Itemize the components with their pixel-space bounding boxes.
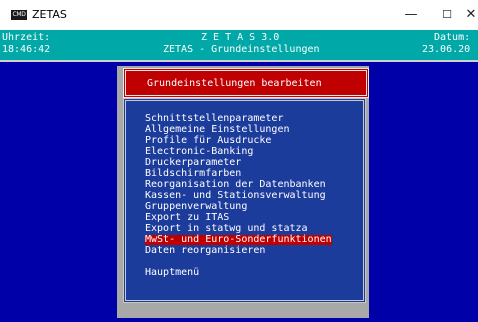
menu-item-daten-reorganisieren[interactable]: Daten reorganisieren bbox=[145, 246, 265, 256]
app-name: Z E T A S 3.0 bbox=[201, 32, 280, 43]
menu-item-mwst-euro-sonderfunktionen[interactable]: MwSt- und Euro-Sonderfunktionen bbox=[145, 235, 332, 245]
menu-item-export-itas[interactable]: Export zu ITAS bbox=[145, 213, 229, 223]
date-value: 23.06.20 bbox=[422, 44, 471, 55]
menu-item-export-statwg-statza[interactable]: Export in statwg und statza bbox=[145, 224, 308, 234]
menu-item-kassen-stationsverwaltung[interactable]: Kassen- und Stationsverwaltung bbox=[145, 191, 326, 201]
menu-title: Grundeinstellungen bearbeiten bbox=[147, 78, 322, 89]
time-label: Uhrzeit: bbox=[2, 32, 51, 43]
date-label: Datum: bbox=[434, 32, 471, 43]
window-titlebar: CMD ZETAS — ☐ ✕ bbox=[0, 0, 478, 30]
menu-item-gruppenverwaltung[interactable]: Gruppenverwaltung bbox=[145, 202, 247, 212]
close-icon[interactable]: ✕ bbox=[464, 6, 478, 24]
screen-title: ZETAS - Grundeinstellungen bbox=[163, 44, 320, 55]
menu-item-reorganisation-datenbanken[interactable]: Reorganisation der Datenbanken bbox=[145, 180, 326, 190]
menu-item-allgemeine-einstellungen[interactable]: Allgemeine Einstellungen bbox=[145, 125, 290, 135]
status-header: Uhrzeit: 18:46:42 Z E T A S 3.0 ZETAS - … bbox=[0, 30, 478, 60]
console-app-icon: CMD bbox=[11, 10, 27, 20]
menu-title-box: Grundeinstellungen bearbeiten bbox=[123, 68, 369, 98]
minimize-icon[interactable]: — bbox=[400, 6, 422, 24]
time-value: 18:46:42 bbox=[2, 44, 51, 55]
menu-item-bildschirmfarben[interactable]: Bildschirmfarben bbox=[145, 169, 241, 179]
menu-item-schnittstellenparameter[interactable]: Schnittstellenparameter bbox=[145, 114, 283, 124]
window-title: ZETAS bbox=[32, 8, 67, 21]
maximize-icon[interactable]: ☐ bbox=[436, 6, 458, 24]
menu-item-hauptmenue[interactable]: Hauptmenü bbox=[145, 268, 199, 278]
menu-item-electronic-banking[interactable]: Electronic-Banking bbox=[145, 147, 253, 157]
menu-item-druckerparameter[interactable]: Druckerparameter bbox=[145, 158, 241, 168]
menu-item-profile-fuer-ausdrucke[interactable]: Profile für Ausdrucke bbox=[145, 136, 271, 146]
